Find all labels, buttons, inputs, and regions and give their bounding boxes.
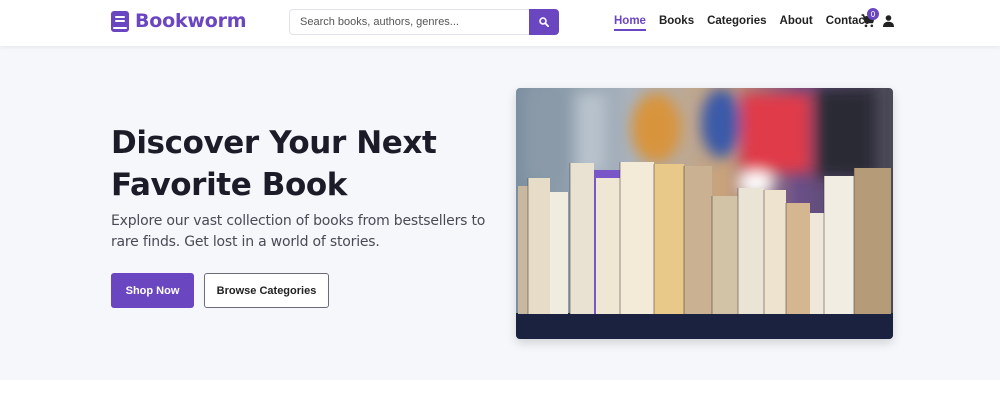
nav-books[interactable]: Books: [659, 15, 694, 31]
cart-count-badge: 0: [867, 8, 879, 20]
search-input[interactable]: [289, 9, 529, 35]
hero-subtitle: Explore our vast collection of books fro…: [111, 213, 486, 250]
brand-name[interactable]: Bookworm: [135, 10, 247, 32]
page-below-fold: [0, 380, 1000, 401]
hero-title: Discover Your Next Favorite Book: [111, 125, 437, 203]
browse-categories-button[interactable]: Browse Categories: [204, 273, 329, 308]
book-icon: [111, 10, 129, 32]
nav-categories[interactable]: Categories: [707, 15, 766, 31]
nav-about[interactable]: About: [780, 15, 813, 31]
hero-section: Discover Your Next Favorite Book Explore…: [0, 46, 1000, 380]
search-button[interactable]: [529, 9, 559, 35]
shop-now-button[interactable]: Shop Now: [111, 273, 194, 308]
site-header: Bookworm Home Books Categories About Con…: [0, 0, 1000, 46]
brand-logo[interactable]: Bookworm: [111, 10, 247, 32]
user-icon[interactable]: [883, 15, 894, 27]
nav-home[interactable]: Home: [614, 15, 646, 31]
search-bar: [289, 9, 559, 35]
search-icon: [539, 17, 549, 27]
books-on-shelf-photo: [516, 88, 893, 339]
main-nav: Home Books Categories About Contact: [614, 15, 882, 31]
